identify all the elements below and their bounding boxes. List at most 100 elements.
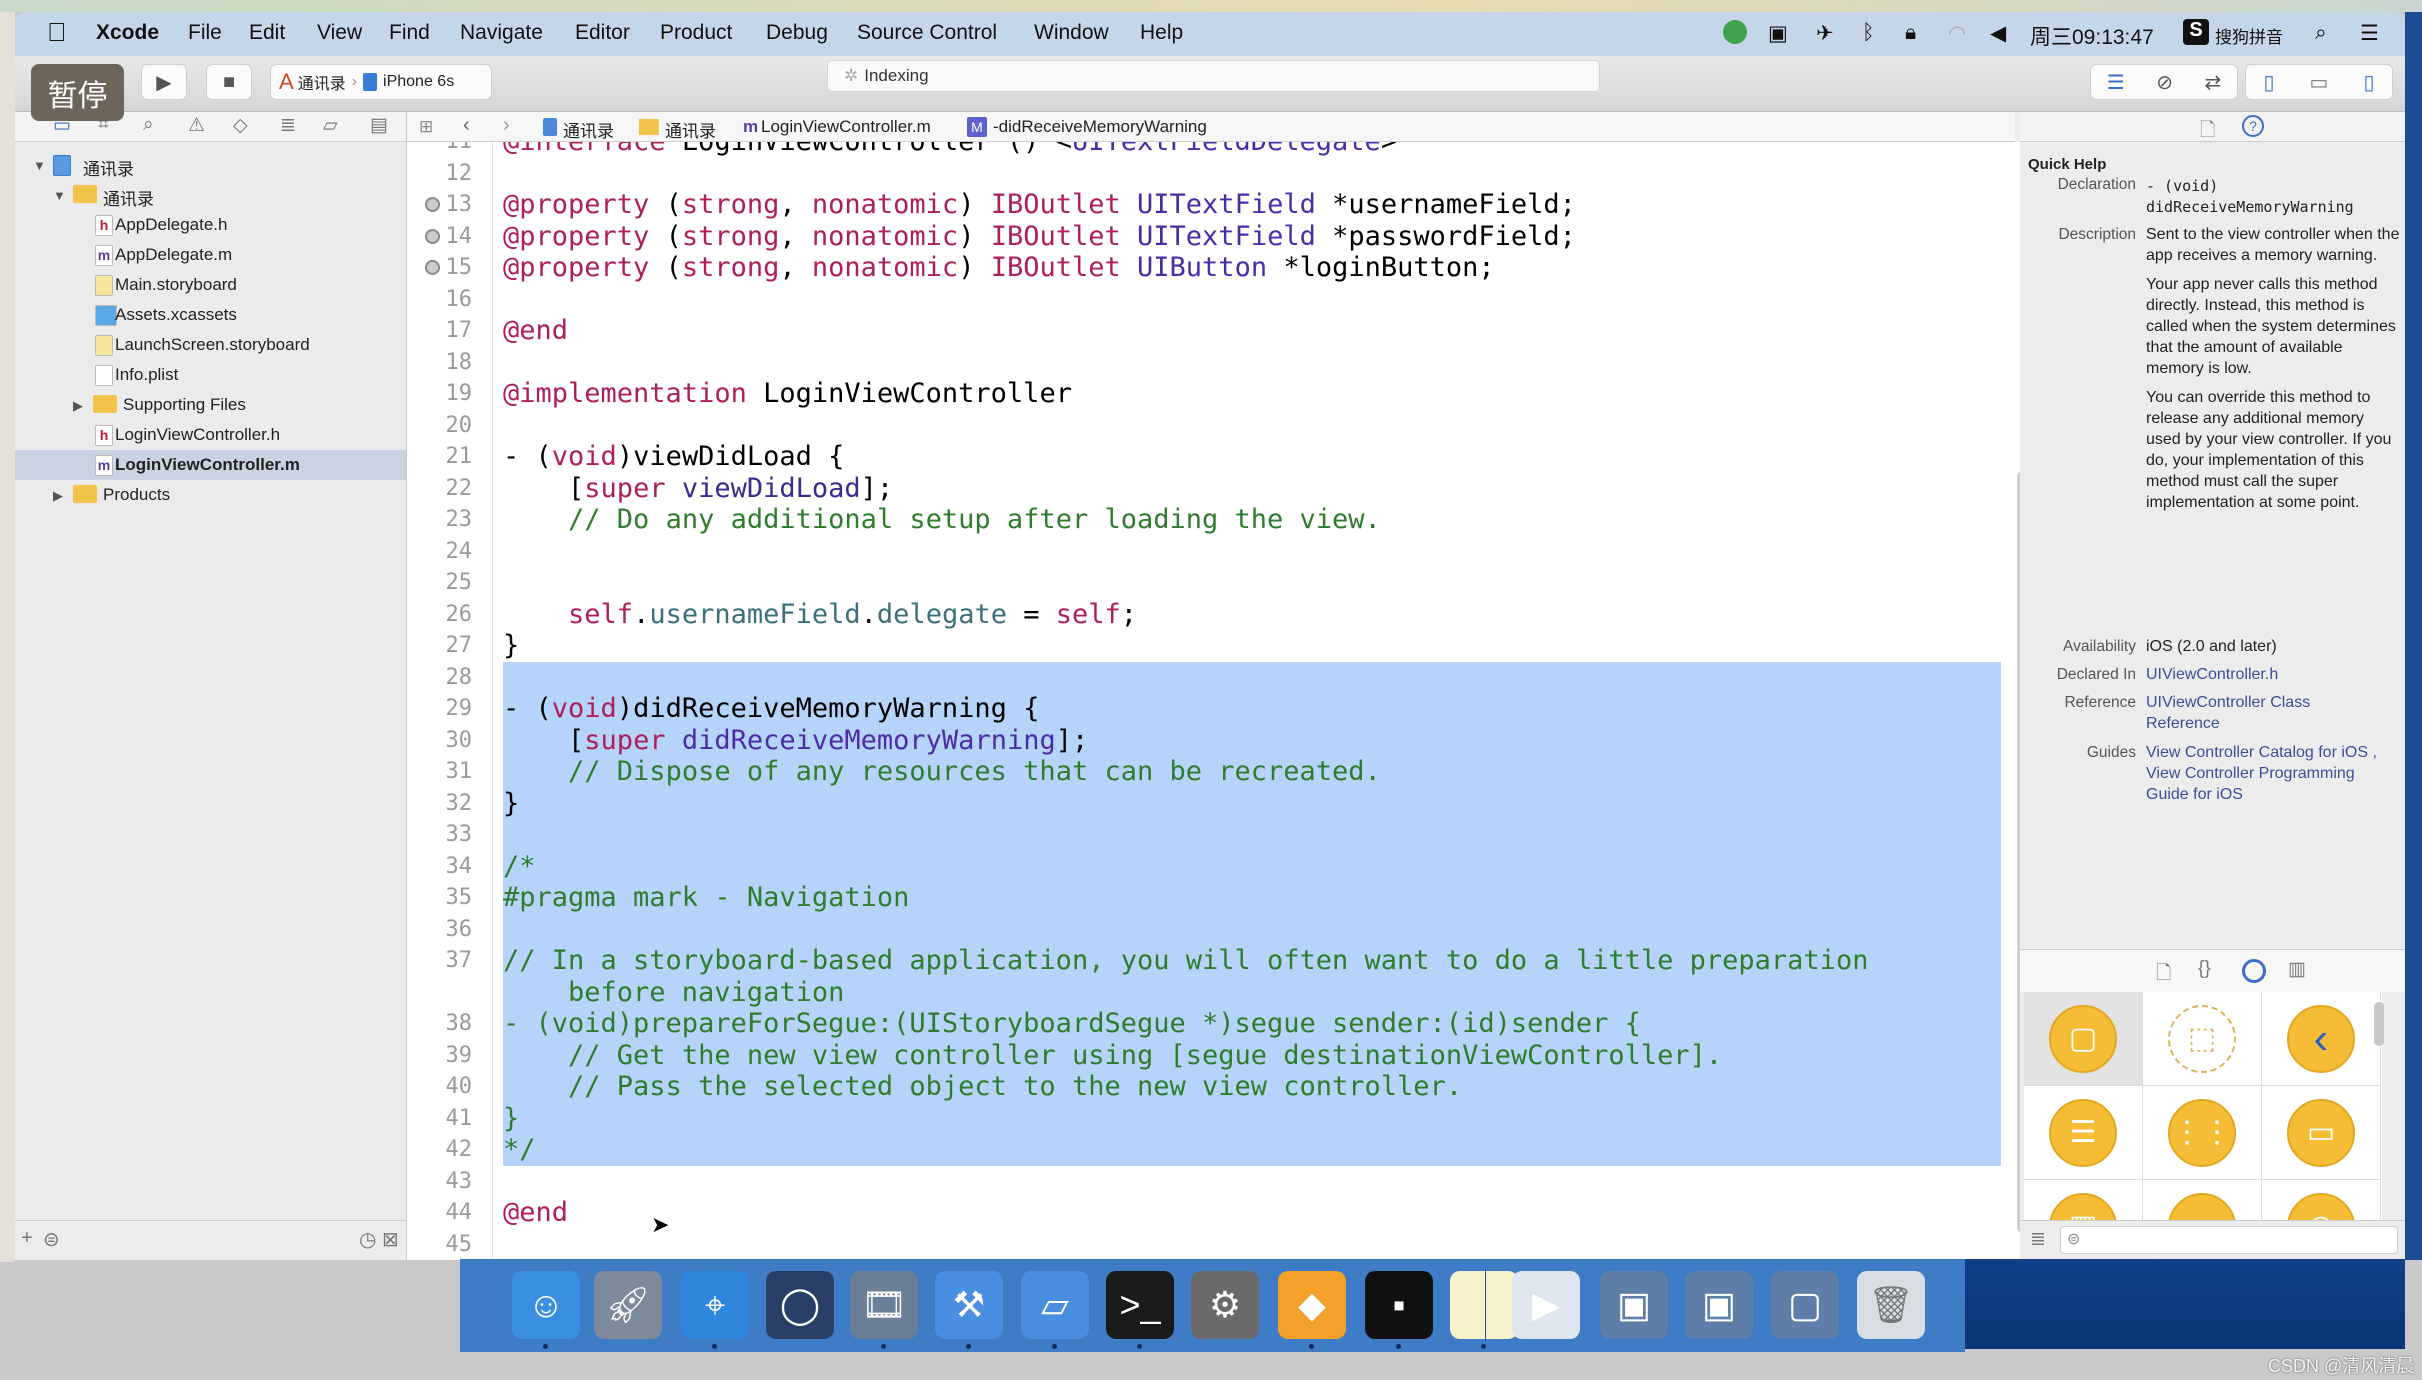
- stop-button[interactable]: ■: [206, 64, 252, 100]
- breakpoint-navigator-icon[interactable]: ▱: [323, 114, 338, 137]
- line-number[interactable]: 19: [407, 378, 473, 410]
- file-tree-item[interactable]: ▶ Supporting Files: [15, 390, 406, 420]
- line-number[interactable]: 33: [407, 819, 473, 851]
- menu-help[interactable]: Help: [1140, 21, 1183, 45]
- jump-project[interactable]: 通讯录: [563, 117, 614, 142]
- dock-terminal-icon[interactable]: >_: [1106, 1271, 1174, 1339]
- line-number[interactable]: 38: [407, 1008, 473, 1040]
- line-number[interactable]: 42: [407, 1134, 473, 1166]
- jump-group[interactable]: 通讯录: [665, 117, 716, 142]
- dock-mouse-app-icon[interactable]: ◯: [766, 1271, 834, 1339]
- code-line[interactable]: 38 - (void)prepareForSegue:(UIStoryboardS…: [407, 1008, 2007, 1040]
- code-line[interactable]: 21 - (void)viewDidLoad {: [407, 441, 2007, 473]
- dock-console-icon[interactable]: ▪: [1365, 1271, 1433, 1339]
- filter-icon[interactable]: ⊜: [43, 1227, 60, 1252]
- line-number[interactable]: 17: [407, 315, 473, 347]
- line-number[interactable]: 32: [407, 788, 473, 820]
- menu-debug[interactable]: Debug: [766, 21, 828, 45]
- menu-window[interactable]: Window: [1034, 21, 1109, 45]
- code-line[interactable]: 32}: [407, 787, 2007, 820]
- clock[interactable]: 周三09:13:47: [2030, 21, 2154, 51]
- line-number[interactable]: 28: [407, 662, 473, 694]
- line-number[interactable]: 16: [407, 284, 473, 316]
- code-line[interactable]: 13 @property (strong, nonatomic) IBOutlet…: [407, 189, 2007, 221]
- code-line[interactable]: 29 - (void)didReceiveMemoryWarning {: [407, 693, 2007, 725]
- lock-icon[interactable]: 🔒︎: [1905, 21, 1916, 45]
- line-number[interactable]: 21: [407, 441, 473, 473]
- library-item[interactable]: ⋮⋮: [2143, 1086, 2262, 1180]
- library-item[interactable]: ⬚: [2143, 992, 2262, 1086]
- menu-editor[interactable]: Editor: [575, 21, 630, 45]
- line-number[interactable]: 44: [407, 1197, 473, 1229]
- line-number[interactable]: 23: [407, 504, 473, 536]
- line-number[interactable]: 39: [407, 1040, 473, 1072]
- code-line[interactable]: 25: [407, 567, 2007, 599]
- code-line[interactable]: 31 // Dispose of any resources that can …: [407, 756, 2007, 788]
- line-number[interactable]: 20: [407, 410, 473, 442]
- file-tree-item[interactable]: LaunchScreen.storyboard: [15, 330, 406, 360]
- dock-screen-3-icon[interactable]: ▢: [1771, 1271, 1839, 1339]
- airplane-icon[interactable]: ✈: [1816, 21, 1834, 46]
- spotlight-search-icon[interactable]: ⌕: [2315, 21, 2327, 45]
- code-line[interactable]: 17 @end: [407, 315, 2007, 347]
- utilities-toggle-icon[interactable]: ▯: [2363, 70, 2374, 95]
- code-line[interactable]: 34 /*: [407, 850, 2007, 883]
- run-button[interactable]: ▶: [141, 64, 187, 100]
- code-line[interactable]: 22 [super viewDidLoad];: [407, 473, 2007, 505]
- menu-file[interactable]: File: [188, 21, 222, 45]
- code-line[interactable]: 19 @implementation LoginViewController: [407, 378, 2007, 410]
- scm-filter-icon[interactable]: ⊠: [382, 1227, 399, 1252]
- line-number[interactable]: 18: [407, 347, 473, 379]
- code-line[interactable]: 23 // Do any additional setup after load…: [407, 504, 2007, 536]
- line-number[interactable]: 11: [407, 142, 473, 158]
- wifi-icon[interactable]: ◠: [1948, 21, 1966, 46]
- line-number[interactable]: 45: [407, 1229, 473, 1261]
- version-editor-icon[interactable]: ⇄: [2204, 70, 2221, 95]
- forward-button[interactable]: ›: [503, 114, 510, 137]
- code-line[interactable]: 26 self.usernameField.delegate = self;: [407, 599, 2007, 631]
- outlet-connection-icon[interactable]: [425, 228, 440, 244]
- file-tree-item[interactable]: ▼ 通讯录: [15, 180, 406, 210]
- dock-notes-icon[interactable]: [1450, 1271, 1518, 1339]
- library-filter-input[interactable]: ⊜: [2060, 1226, 2398, 1254]
- code-line[interactable]: 44 @end: [407, 1197, 2007, 1229]
- code-line[interactable]: 45: [407, 1229, 2007, 1261]
- quick-help-icon[interactable]: ?: [2242, 115, 2264, 137]
- library-scrollbar[interactable]: [2374, 1002, 2384, 1046]
- code-line[interactable]: 11 @interface LoginViewController () <UIT…: [407, 142, 2007, 158]
- line-number[interactable]: 26: [407, 599, 473, 631]
- code-line[interactable]: 30 [super didReceiveMemoryWarning];: [407, 724, 2007, 757]
- bluetooth-icon[interactable]: ᛒ: [1862, 21, 1875, 45]
- guides-link[interactable]: View Controller Catalog for iOS , View C…: [2146, 742, 2401, 805]
- dock-sketch-icon[interactable]: ◆: [1278, 1271, 1346, 1339]
- file-tree-item[interactable]: m LoginViewController.m: [15, 450, 406, 480]
- line-number[interactable]: 27: [407, 630, 473, 662]
- line-number[interactable]: 34: [407, 851, 473, 883]
- jump-file[interactable]: LoginViewController.m: [761, 117, 931, 137]
- line-number[interactable]: 24: [407, 536, 473, 568]
- file-inspector-icon[interactable]: 🗋︎: [2200, 116, 2215, 148]
- file-tree-item[interactable]: m AppDelegate.m: [15, 240, 406, 270]
- library-item[interactable]: ‹: [2262, 992, 2381, 1086]
- sogou-icon[interactable]: S: [2183, 19, 2209, 45]
- object-library-icon[interactable]: [2242, 959, 2266, 983]
- line-number[interactable]: 43: [407, 1166, 473, 1198]
- line-number[interactable]: 22: [407, 473, 473, 505]
- dock-app-store-connect-icon[interactable]: ▶: [1512, 1271, 1580, 1339]
- line-number[interactable]: 30: [407, 725, 473, 757]
- line-number[interactable]: 25: [407, 567, 473, 599]
- code-line[interactable]: 43: [407, 1166, 2007, 1198]
- dock-screen-1-icon[interactable]: ▣: [1600, 1271, 1668, 1339]
- disclosure-triangle-icon[interactable]: ▼: [53, 188, 66, 203]
- dock-system-preferences-icon[interactable]: ⚙: [1191, 1271, 1259, 1339]
- recent-files-icon[interactable]: ◷: [359, 1227, 376, 1252]
- code-line[interactable]: 40 // Pass the selected object to the ne…: [407, 1071, 2007, 1103]
- file-template-library-icon[interactable]: 🗋︎: [2156, 959, 2171, 991]
- menu-view[interactable]: View: [317, 21, 362, 45]
- dock-photo-booth-icon[interactable]: 🎞︎: [850, 1271, 918, 1339]
- file-tree-item[interactable]: h AppDelegate.h: [15, 210, 406, 240]
- disclosure-triangle-icon[interactable]: ▶: [73, 398, 83, 414]
- disclosure-triangle-icon[interactable]: ▼: [33, 158, 46, 173]
- library-item[interactable]: ▢: [2024, 992, 2143, 1086]
- declared-in-link[interactable]: UIViewController.h: [2146, 664, 2401, 685]
